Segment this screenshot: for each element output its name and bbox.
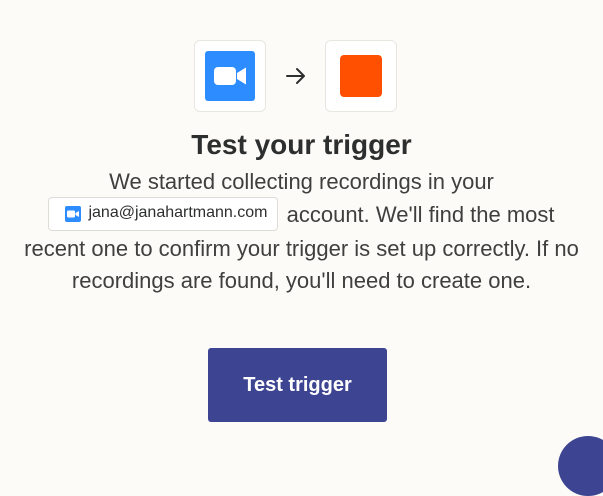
trigger-description: We started collecting recordings in your… [20,166,583,298]
test-trigger-button[interactable]: Test trigger [208,348,387,422]
account-chip: jana@janahartmann.com [48,196,279,231]
destination-app-icon [325,40,397,112]
orange-square-icon [340,55,382,97]
help-chat-icon[interactable] [558,436,603,496]
arrow-right-icon [286,68,305,84]
description-intro: We started collecting recordings in your [109,169,494,194]
account-email: jana@janahartmann.com [88,204,268,222]
zoom-mini-icon [65,205,82,222]
page-title: Test your trigger [191,129,412,160]
zoom-camera-icon [205,51,255,101]
zoom-app-icon [194,40,266,112]
